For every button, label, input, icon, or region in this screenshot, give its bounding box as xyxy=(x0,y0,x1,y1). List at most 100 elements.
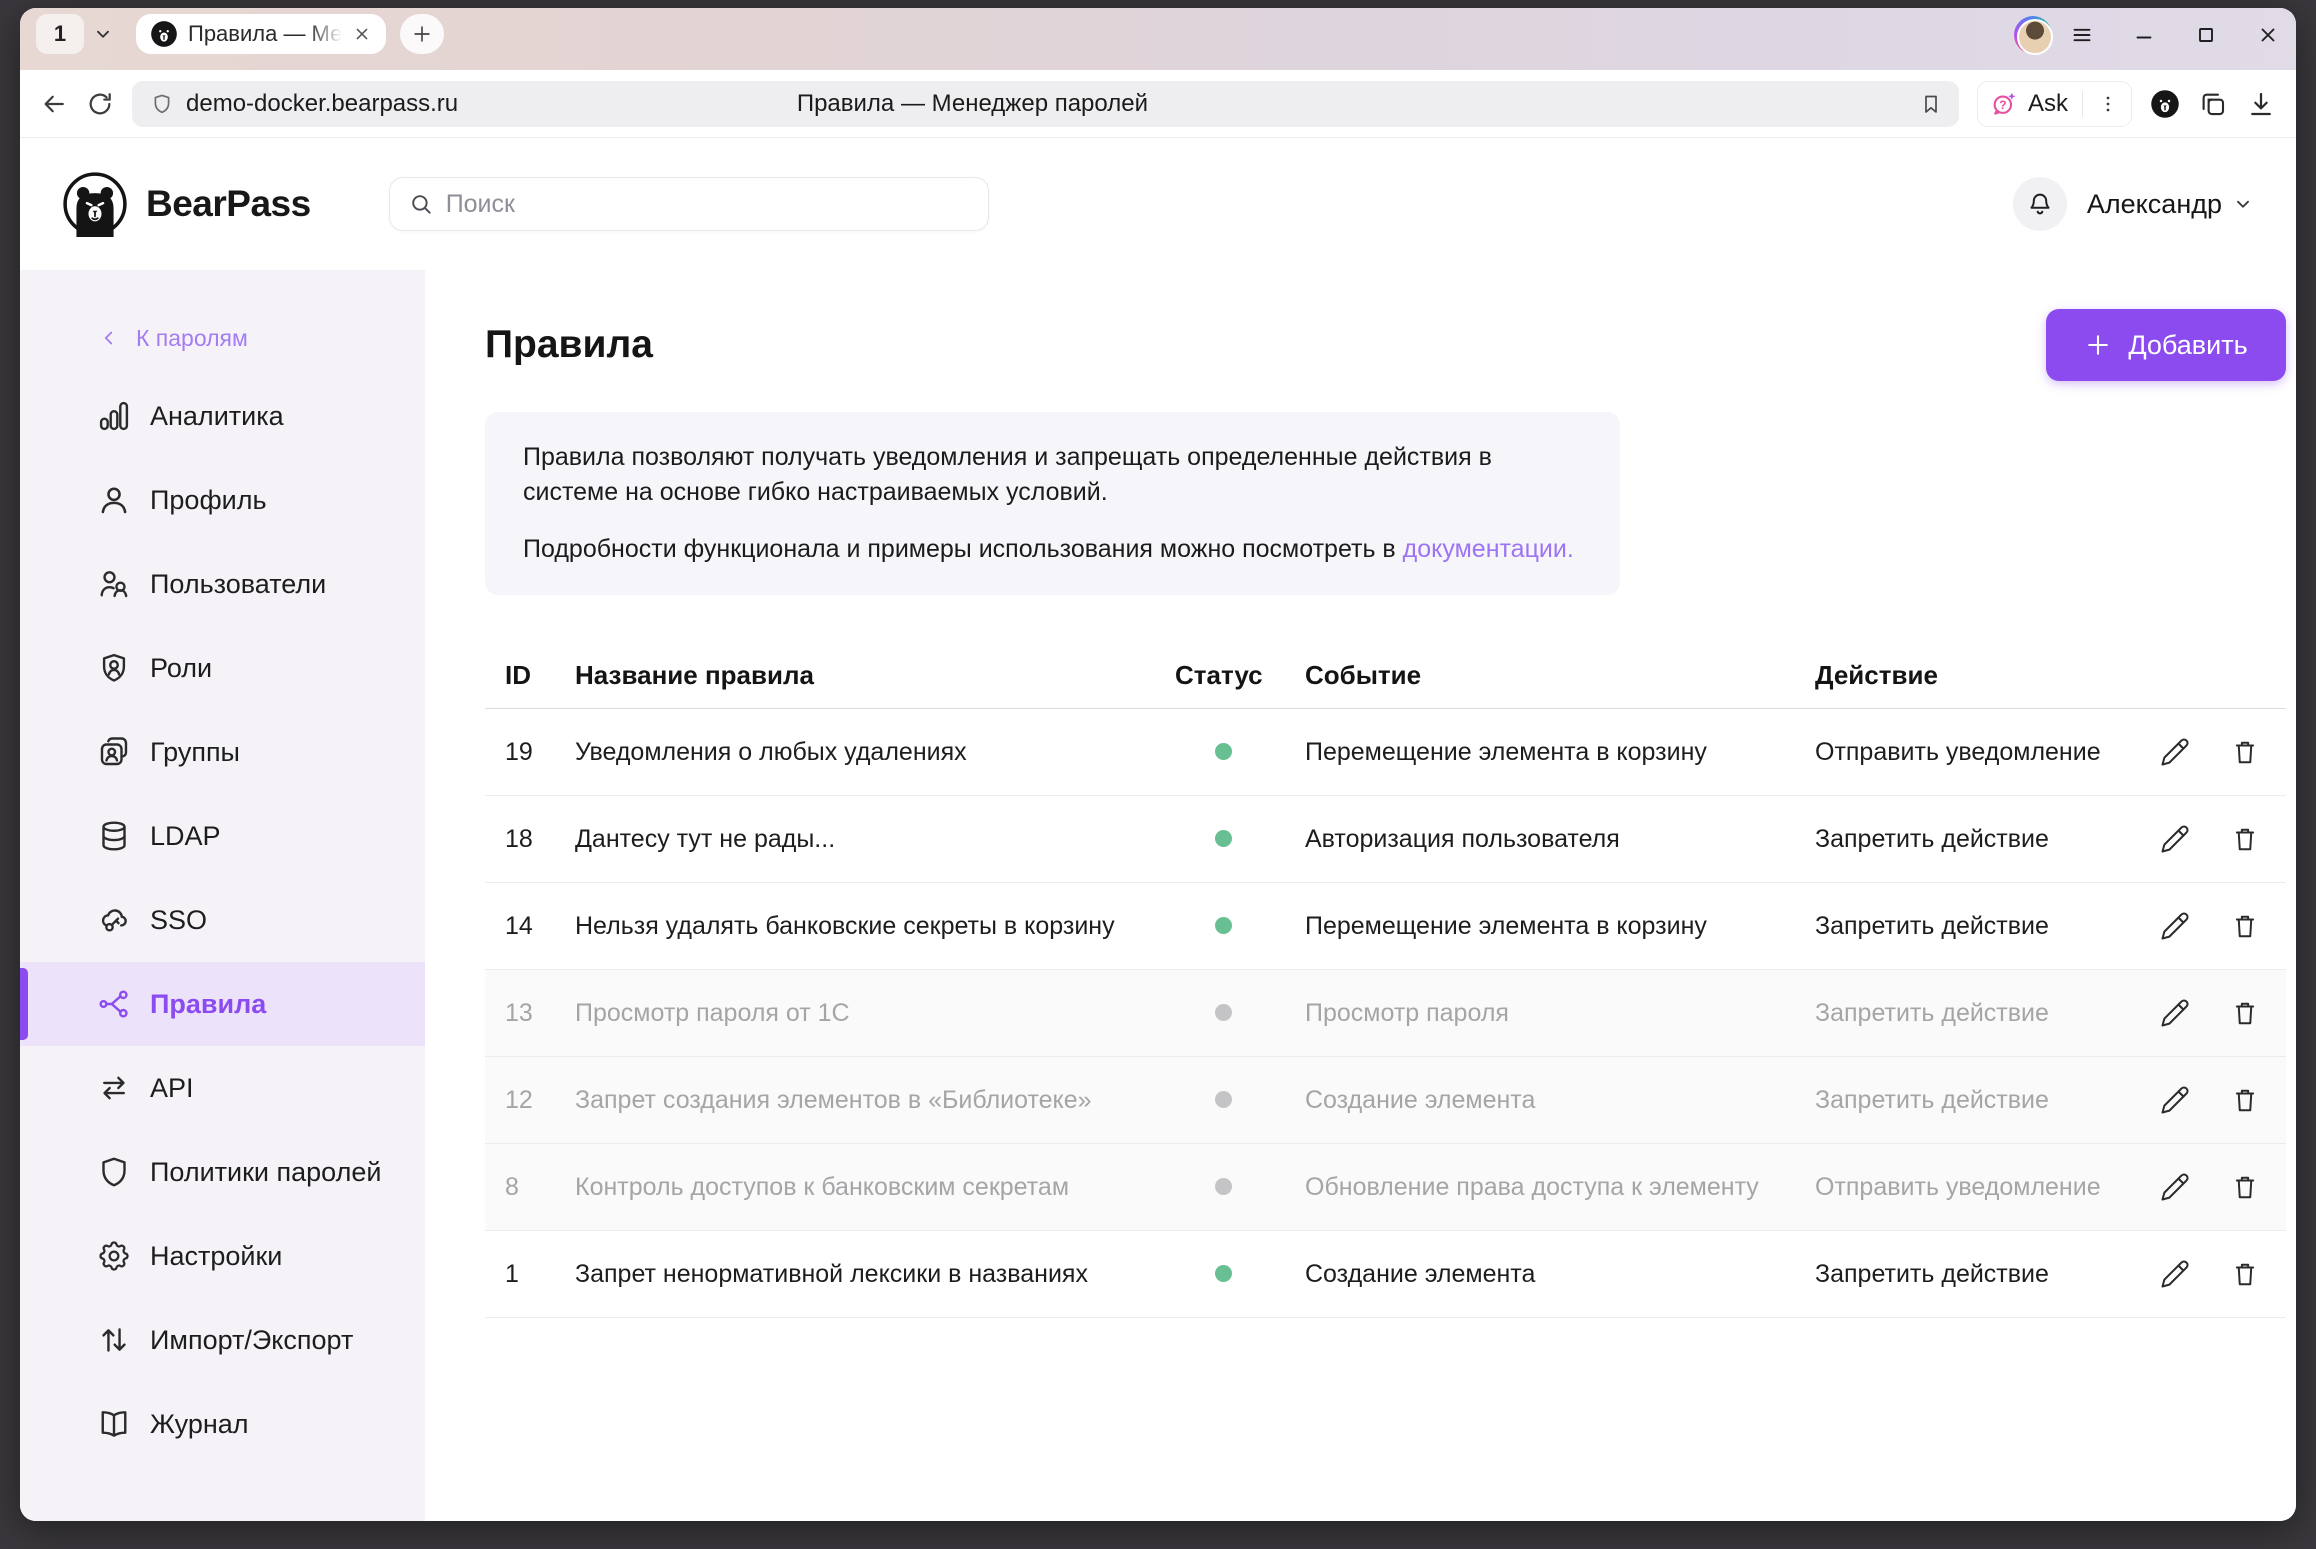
bear-logo-icon xyxy=(62,171,128,237)
sidebar-item-policies[interactable]: Политики паролей xyxy=(20,1130,425,1214)
trash-icon[interactable] xyxy=(2230,1259,2260,1289)
add-rule-button[interactable]: Добавить xyxy=(2046,309,2286,381)
row-actions xyxy=(2160,824,2270,854)
row-actions xyxy=(2160,1172,2270,1202)
more-options-icon[interactable] xyxy=(2097,93,2119,115)
sidebar-item-label: Политики паролей xyxy=(150,1157,381,1188)
edit-icon[interactable] xyxy=(2160,911,2190,941)
browser-profile-avatar[interactable] xyxy=(2014,16,2052,54)
profile-icon xyxy=(96,482,132,518)
edit-icon[interactable] xyxy=(2160,737,2190,767)
trash-icon[interactable] xyxy=(2230,911,2260,941)
tab-counter-button[interactable]: 1 xyxy=(36,14,84,54)
rule-id: 14 xyxy=(505,912,575,941)
window-minimize-button[interactable] xyxy=(2132,23,2156,47)
edit-icon[interactable] xyxy=(2160,998,2190,1028)
sidebar-item-label: Аналитика xyxy=(150,401,284,432)
search-box[interactable] xyxy=(389,177,989,231)
status-dot xyxy=(1215,830,1232,847)
rule-event: Обновление права доступа к элементу xyxy=(1305,1173,1815,1202)
site-security-shield-icon[interactable] xyxy=(150,92,174,116)
table-row[interactable]: 19 Уведомления о любых удалениях Перемещ… xyxy=(485,709,2286,796)
notifications-button[interactable] xyxy=(2013,177,2067,231)
table-row[interactable]: 1 Запрет ненормативной лексики в названи… xyxy=(485,1231,2286,1318)
sidebar-item-journal[interactable]: Журнал xyxy=(20,1382,425,1466)
rule-event: Создание элемента xyxy=(1305,1260,1815,1289)
edit-icon[interactable] xyxy=(2160,1259,2190,1289)
column-header-name: Название правила xyxy=(575,660,1175,691)
brand-name: BearPass xyxy=(146,183,311,225)
sidebar-item-rules[interactable]: Правила xyxy=(20,962,425,1046)
new-tab-button[interactable] xyxy=(400,14,444,54)
browser-window: 1 Правила — Менеджер demo-docker.bearpas… xyxy=(20,8,2296,1521)
bell-icon xyxy=(2026,190,2054,218)
window-maximize-button[interactable] xyxy=(2194,23,2218,47)
sidebar-item-sso[interactable]: SSO xyxy=(20,878,425,962)
window-close-button[interactable] xyxy=(2256,23,2280,47)
sidebar-nav: Аналитика Профиль Пользователи Роли Груп… xyxy=(20,374,425,1466)
bookmark-icon[interactable] xyxy=(1919,92,1943,116)
user-menu-chevron-icon[interactable] xyxy=(2232,193,2254,215)
edit-icon[interactable] xyxy=(2160,824,2190,854)
policies-icon xyxy=(96,1154,132,1190)
bearpass-extension-icon[interactable] xyxy=(2150,89,2180,119)
info-box: Правила позволяют получать уведомления и… xyxy=(485,412,1620,595)
rule-name: Контроль доступов к банковским секретам xyxy=(575,1173,1175,1202)
main-content: Правила Добавить Правила позволяют получ… xyxy=(425,270,2296,1521)
table-row[interactable]: 14 Нельзя удалять банковские секреты в к… xyxy=(485,883,2286,970)
table-row[interactable]: 12 Запрет создания элементов в «Библиоте… xyxy=(485,1057,2286,1144)
back-to-passwords-link[interactable]: К паролям xyxy=(20,310,425,366)
table-row[interactable]: 18 Дантесу тут не рады... Авторизация по… xyxy=(485,796,2286,883)
search-input[interactable] xyxy=(446,190,970,219)
trash-icon[interactable] xyxy=(2230,1172,2260,1202)
trash-icon[interactable] xyxy=(2230,998,2260,1028)
sidebar-item-settings[interactable]: Настройки xyxy=(20,1214,425,1298)
bearpass-logo[interactable]: BearPass xyxy=(62,171,311,237)
rule-event: Перемещение элемента в корзину xyxy=(1305,912,1815,941)
sidebar-item-profile[interactable]: Профиль xyxy=(20,458,425,542)
rule-status-cell xyxy=(1175,1086,1305,1115)
sidebar-item-api[interactable]: API xyxy=(20,1046,425,1130)
sidebar-item-users[interactable]: Пользователи xyxy=(20,542,425,626)
trash-icon[interactable] xyxy=(2230,1085,2260,1115)
settings-icon xyxy=(96,1238,132,1274)
table-row[interactable]: 13 Просмотр пароля от 1С Просмотр пароля… xyxy=(485,970,2286,1057)
rule-id: 1 xyxy=(505,1260,575,1289)
table-row[interactable]: 8 Контроль доступов к банковским секрета… xyxy=(485,1144,2286,1231)
url-bar[interactable]: demo-docker.bearpass.ru Правила — Менедж… xyxy=(132,81,1959,127)
sidebar-item-import-export[interactable]: Импорт/Экспорт xyxy=(20,1298,425,1382)
rule-status-cell xyxy=(1175,912,1305,941)
edit-icon[interactable] xyxy=(2160,1172,2190,1202)
sidebar-item-ldap[interactable]: LDAP xyxy=(20,794,425,878)
column-header-event: Событие xyxy=(1305,660,1815,691)
sidebar-item-roles[interactable]: Роли xyxy=(20,626,425,710)
body-row: К паролям Аналитика Профиль Пользователи… xyxy=(20,270,2296,1521)
edit-icon[interactable] xyxy=(2160,1085,2190,1115)
rule-event: Создание элемента xyxy=(1305,1086,1815,1115)
sidebar-item-analytics[interactable]: Аналитика xyxy=(20,374,425,458)
user-name: Александр xyxy=(2087,189,2222,220)
back-icon[interactable] xyxy=(40,90,68,118)
rule-status-cell xyxy=(1175,1173,1305,1202)
trash-icon[interactable] xyxy=(2230,737,2260,767)
sidebar-item-groups[interactable]: Группы xyxy=(20,710,425,794)
browser-tab-active[interactable]: Правила — Менеджер xyxy=(136,14,386,54)
sidebar-item-label: LDAP xyxy=(150,821,221,852)
reload-icon[interactable] xyxy=(86,90,114,118)
tab-close-icon[interactable] xyxy=(352,24,372,44)
rules-icon xyxy=(96,986,132,1022)
tab-groups-icon[interactable] xyxy=(2198,89,2228,119)
rule-action: Запретить действие xyxy=(1815,999,2160,1028)
status-dot xyxy=(1215,1178,1232,1195)
ask-button[interactable]: Ask xyxy=(1977,81,2132,127)
web-page: BearPass Александр К паролям Аналитика xyxy=(20,138,2296,1521)
browser-menu-icon[interactable] xyxy=(2070,23,2094,47)
sidebar-item-label: SSO xyxy=(150,905,207,936)
trash-icon[interactable] xyxy=(2230,824,2260,854)
documentation-link[interactable]: документации. xyxy=(1403,535,1574,563)
downloads-icon[interactable] xyxy=(2246,89,2276,119)
rule-id: 18 xyxy=(505,825,575,854)
browser-tab-strip: 1 Правила — Менеджер xyxy=(20,8,2296,70)
tabs-dropdown-icon[interactable] xyxy=(92,23,114,45)
rule-name: Дантесу тут не рады... xyxy=(575,825,1175,854)
